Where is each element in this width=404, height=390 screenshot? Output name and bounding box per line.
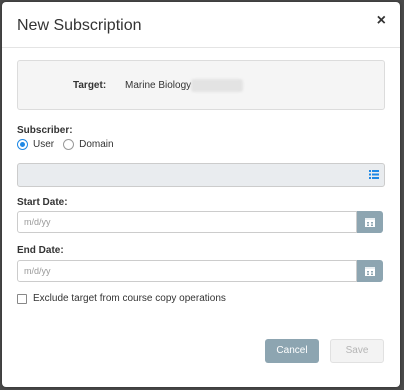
save-button[interactable]: Save [330, 339, 384, 363]
end-date-input[interactable]: m/d/yy [17, 260, 357, 282]
target-label: Target: [73, 80, 107, 91]
cancel-button[interactable]: Cancel [265, 339, 319, 363]
start-date-calendar-button[interactable] [357, 211, 383, 233]
exclude-checkbox-label[interactable]: Exclude target from course copy operatio… [33, 293, 226, 304]
target-panel: Target: Marine Biology [17, 60, 385, 110]
calendar-icon [365, 267, 375, 276]
domain-radio-label[interactable]: Domain [79, 139, 113, 150]
redacted-text [191, 79, 243, 92]
header-divider [2, 47, 400, 48]
close-icon[interactable]: × [377, 12, 386, 30]
user-radio[interactable] [17, 139, 28, 150]
user-radio-label[interactable]: User [33, 139, 54, 150]
start-date-input[interactable]: m/d/yy [17, 211, 357, 233]
new-subscription-dialog: New Subscription × Target: Marine Biolog… [2, 2, 400, 387]
target-value: Marine Biology [125, 80, 192, 91]
start-date-label: Start Date: [17, 197, 68, 208]
exclude-checkbox[interactable] [17, 293, 27, 304]
end-date-label: End Date: [17, 245, 64, 256]
subscriber-select-field[interactable] [17, 163, 385, 187]
exclude-option: Exclude target from course copy operatio… [17, 293, 226, 304]
domain-radio[interactable] [63, 139, 75, 150]
end-date-calendar-button[interactable] [357, 260, 383, 282]
subscriber-label: Subscriber: [17, 125, 73, 136]
subscriber-type-radio-group: User Domain [17, 139, 123, 150]
dialog-title: New Subscription [17, 17, 142, 34]
calendar-icon [365, 218, 375, 227]
list-icon[interactable] [369, 170, 379, 179]
